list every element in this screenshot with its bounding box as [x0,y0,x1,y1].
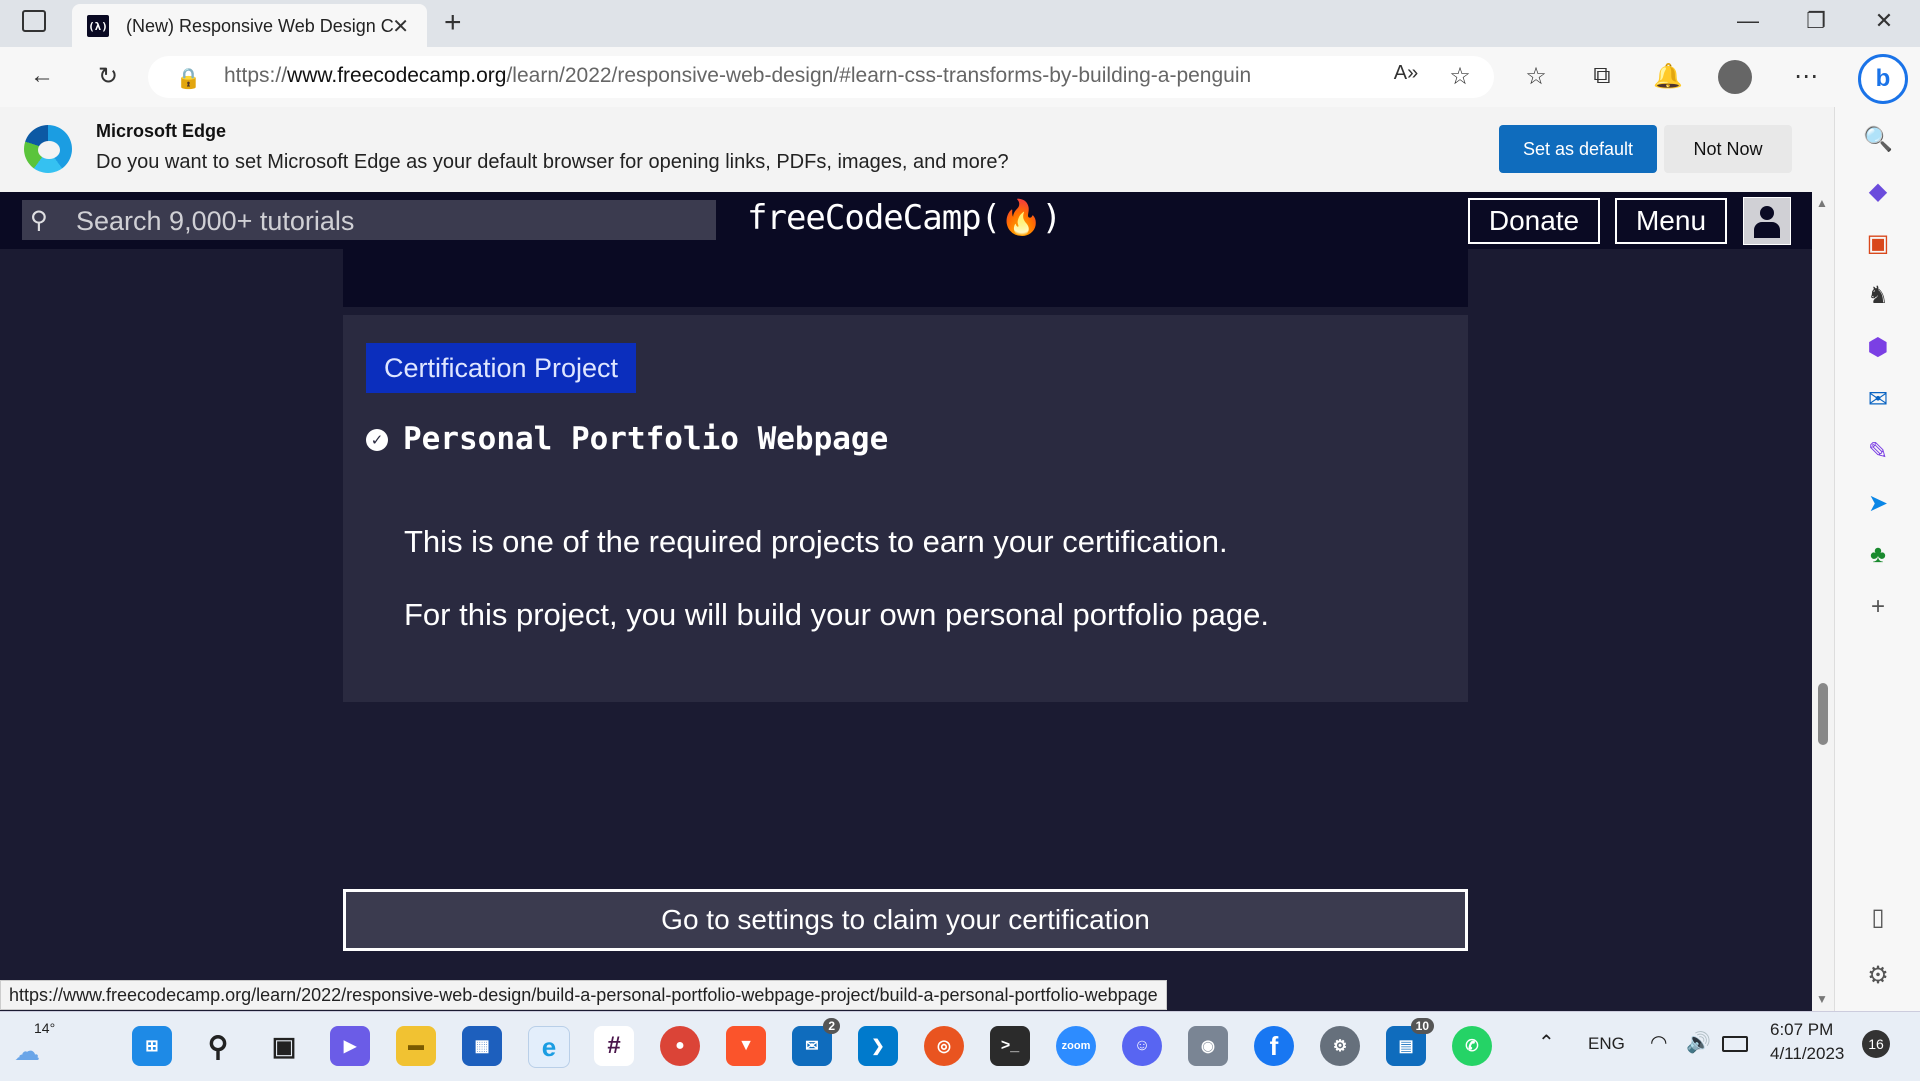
outlook-icon[interactable]: ✉ [1860,381,1896,417]
read-aloud-icon[interactable]: A» [1388,62,1424,85]
restore-icon[interactable]: ❐ [1786,8,1846,34]
settings-gear-icon[interactable]: ⚙ [1320,1026,1360,1066]
hide-sidebar-icon[interactable]: ▯ [1860,899,1896,935]
not-now-button[interactable]: Not Now [1664,125,1792,173]
mail-icon[interactable]: ✉ 2 [792,1018,840,1066]
sidebar-settings-icon[interactable]: ⚙ [1860,957,1896,993]
menu-button[interactable]: Menu [1615,198,1727,244]
avatar-head-icon [1760,206,1774,220]
claim-certification-button[interactable]: Go to settings to claim your certificati… [343,889,1468,951]
tab-actions-icon[interactable] [22,10,46,32]
search-icon: ⚲ [30,207,48,234]
search-placeholder: Search 9,000+ tutorials [76,206,355,236]
discord-icon[interactable]: ☺ [1122,1026,1162,1066]
language-indicator[interactable]: ENG [1588,1034,1625,1054]
notifications-bell-icon[interactable]: 🔔 [1650,62,1686,91]
new-tab-icon[interactable]: + [444,6,462,40]
bing-chat-icon[interactable]: b [1858,54,1908,104]
edge-sidebar: 🔍 ◆ ▣ ♞ ⬢ ✉ ✎ ➤ ♣ + ▯ ⚙ [1834,107,1920,1011]
shopping-tag-icon[interactable]: ◆ [1860,173,1896,209]
project-title[interactable]: Personal Portfolio Webpage [403,421,888,457]
profile-avatar[interactable] [1718,60,1752,94]
microsoft365-icon[interactable]: ⬢ [1860,329,1896,365]
edge-logo-icon [24,125,72,173]
search-icon[interactable]: 🔍 [1860,121,1896,157]
collections-icon[interactable]: ⧉ [1584,62,1620,90]
facebook-icon[interactable]: f [1254,1026,1294,1066]
url-text[interactable]: https://www.freecodecamp.org/learn/2022/… [224,64,1251,88]
teams-work-icon[interactable]: ▤ 10 [1386,1018,1434,1066]
tab-close-icon[interactable]: ✕ [392,14,409,39]
designer-icon[interactable]: ✎ [1860,433,1896,469]
whatsapp-icon[interactable]: ✆ [1452,1026,1492,1066]
add-favorite-icon[interactable]: ☆ [1442,62,1478,91]
close-window-icon[interactable]: ✕ [1854,8,1914,34]
favorites-icon[interactable]: ☆ [1518,62,1554,91]
zoom-icon[interactable]: zoom [1056,1026,1096,1066]
clock-time[interactable]: 6:07 PM [1770,1020,1833,1040]
weather-icon[interactable]: ☁ [14,1036,40,1067]
freecodecamp-favicon-icon: (λ) [87,15,109,37]
donate-button[interactable]: Donate [1468,198,1600,244]
default-browser-banner: Microsoft Edge Do you want to set Micros… [0,107,1834,193]
tools-briefcase-icon[interactable]: ▣ [1860,225,1896,261]
lock-icon[interactable]: 🔒 [176,66,201,91]
search-taskbar-icon[interactable]: ⚲ [198,1026,238,1066]
games-icon[interactable]: ♞ [1860,277,1896,313]
vscode-icon[interactable]: ❯ [858,1026,898,1066]
volume-icon[interactable]: 🔊 [1686,1030,1711,1055]
scrollbar-thumb[interactable] [1818,683,1828,745]
fcc-logo[interactable]: freeCodeCamp(🔥) [747,198,1062,238]
certification-project-badge: Certification Project [366,343,636,393]
link-status-url: https://www.freecodecamp.org/learn/2022/… [0,980,1167,1010]
add-sidebar-app-icon[interactable]: + [1860,589,1896,625]
teams-chat-icon[interactable]: ▶ [330,1026,370,1066]
banner-title: Microsoft Edge [96,121,227,141]
scroll-down-icon[interactable]: ▼ [1816,992,1828,1006]
task-view-icon[interactable]: ▣ [264,1026,304,1066]
teams-badge: 10 [1410,1018,1434,1034]
refresh-icon[interactable]: ↻ [90,62,126,91]
start-icon[interactable]: ⊞ [132,1026,172,1066]
banner-message: Do you want to set Microsoft Edge as you… [96,151,1009,173]
ubuntu-icon[interactable]: ◎ [924,1026,964,1066]
clock-date[interactable]: 4/11/2023 [1770,1044,1844,1064]
chrome-icon[interactable]: ● [660,1026,700,1066]
project-description-2: For this project, you will build your ow… [404,597,1270,632]
user-avatar[interactable] [1743,197,1791,245]
camera-icon[interactable]: ◉ [1188,1026,1228,1066]
terminal-icon[interactable]: >_ [990,1026,1030,1066]
browser-tab[interactable]: (λ) (New) Responsive Web Design C ✕ [72,4,427,47]
tree-icon[interactable]: ♣ [1860,537,1896,573]
chevron-up-icon[interactable]: ⌃ [1538,1030,1555,1055]
microsoft-store-icon[interactable]: ▦ [462,1026,502,1066]
wifi-icon[interactable]: ◠ [1650,1030,1667,1055]
mail-badge: 2 [823,1018,840,1034]
slack-icon[interactable]: # [594,1026,634,1066]
more-options-icon[interactable]: ⋯ [1788,62,1824,91]
edge-taskbar-icon[interactable]: e [528,1026,570,1068]
minimize-icon[interactable]: — [1718,8,1778,34]
set-default-button[interactable]: Set as default [1499,125,1657,173]
tab-title: (New) Responsive Web Design C [126,16,394,36]
notification-count[interactable]: 16 [1862,1030,1890,1058]
battery-icon[interactable] [1722,1036,1748,1052]
file-explorer-icon[interactable]: ▬ [396,1026,436,1066]
back-icon[interactable]: ← [24,62,60,90]
brave-icon[interactable]: ▼ [726,1026,766,1066]
previous-card [343,249,1468,307]
scrollbar-track[interactable] [1812,192,1834,1011]
project-description-1: This is one of the required projects to … [404,524,1228,559]
send-icon[interactable]: ➤ [1860,485,1896,521]
avatar-body-icon [1754,222,1780,238]
weather-temp: 14° [34,1020,56,1036]
scroll-up-icon[interactable]: ▲ [1816,196,1828,210]
checkmark-icon: ✓ [366,429,388,451]
